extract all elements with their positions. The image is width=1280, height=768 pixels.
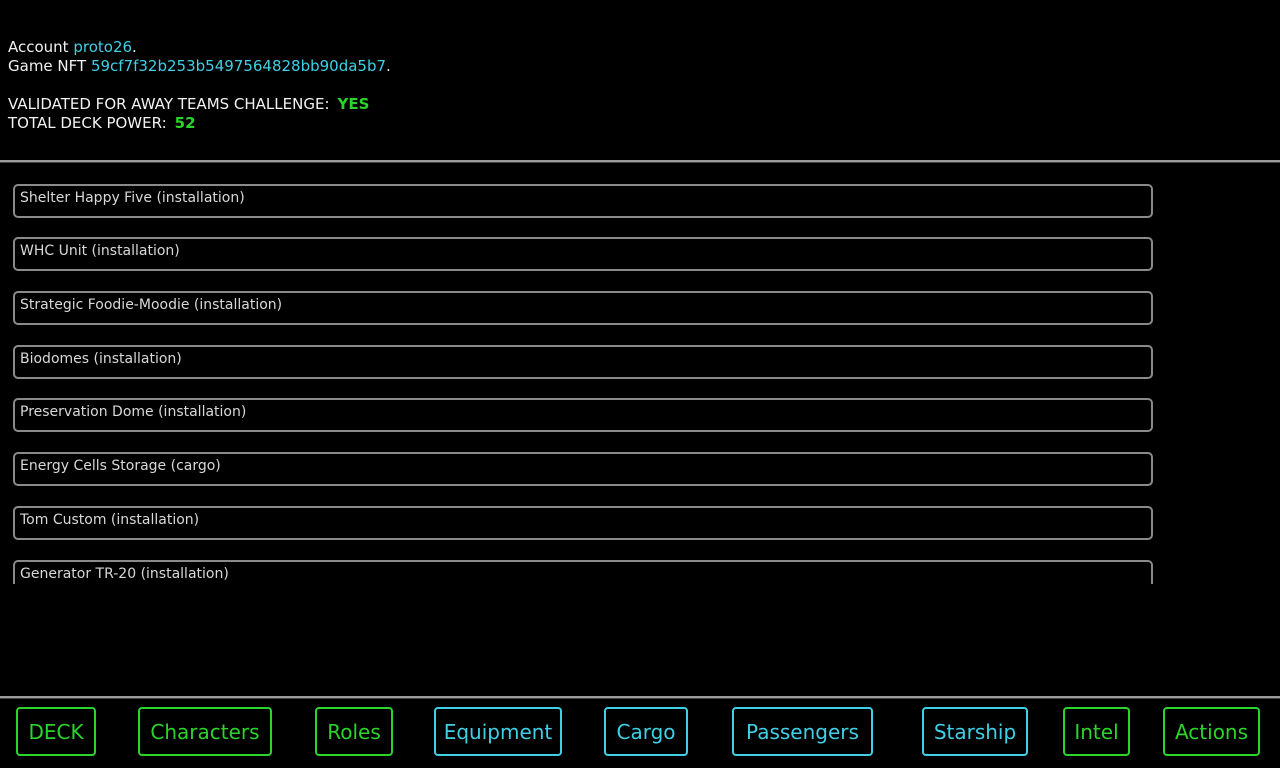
account-label: Account bbox=[8, 38, 69, 56]
account-info-panel: Account proto26. Game NFT 59cf7f32b253b5… bbox=[8, 38, 391, 133]
nav-button-starship[interactable]: Starship bbox=[922, 707, 1028, 756]
deck-power-line: TOTAL DECK POWER: 52 bbox=[8, 114, 391, 133]
nav-button-roles[interactable]: Roles bbox=[315, 707, 393, 756]
list-item[interactable]: WHC Unit (installation) bbox=[13, 237, 1153, 271]
validation-line: VALIDATED FOR AWAY TEAMS CHALLENGE: YES bbox=[8, 95, 391, 114]
nav-button-equipment[interactable]: Equipment bbox=[434, 707, 562, 756]
validation-status: YES bbox=[337, 95, 370, 113]
list-item[interactable]: Tom Custom (installation) bbox=[13, 506, 1153, 540]
deck-power-label: TOTAL DECK POWER: bbox=[8, 114, 167, 132]
list-item[interactable]: Generator TR-20 (installation) bbox=[13, 560, 1153, 584]
list-item[interactable]: Preservation Dome (installation) bbox=[13, 398, 1153, 432]
nav-button-actions[interactable]: Actions bbox=[1163, 707, 1260, 756]
account-name: proto26 bbox=[73, 38, 133, 56]
list-item[interactable]: Strategic Foodie-Moodie (installation) bbox=[13, 291, 1153, 325]
game-nft-period: . bbox=[386, 57, 391, 75]
list-item[interactable]: Energy Cells Storage (cargo) bbox=[13, 452, 1153, 486]
account-line: Account proto26. bbox=[8, 38, 391, 57]
validation-label: VALIDATED FOR AWAY TEAMS CHALLENGE: bbox=[8, 95, 330, 113]
nav-button-intel[interactable]: Intel bbox=[1063, 707, 1130, 756]
game-nft-id: 59cf7f32b253b5497564828bb90da5b7 bbox=[90, 57, 387, 75]
app-window: Account proto26. Game NFT 59cf7f32b253b5… bbox=[0, 0, 1280, 768]
account-period: . bbox=[132, 38, 137, 56]
list-item[interactable]: Shelter Happy Five (installation) bbox=[13, 184, 1153, 218]
deck-power-value: 52 bbox=[174, 114, 196, 132]
nav-button-deck[interactable]: DECK bbox=[16, 707, 96, 756]
game-nft-label: Game NFT bbox=[8, 57, 87, 75]
nav-button-characters[interactable]: Characters bbox=[138, 707, 272, 756]
nav-button-passengers[interactable]: Passengers bbox=[732, 707, 873, 756]
deck-item-list[interactable]: Shelter Happy Five (installation) WHC Un… bbox=[13, 184, 1153, 584]
nav-button-cargo[interactable]: Cargo bbox=[604, 707, 688, 756]
top-divider bbox=[0, 160, 1280, 163]
list-item[interactable]: Biodomes (installation) bbox=[13, 345, 1153, 379]
game-nft-line: Game NFT 59cf7f32b253b5497564828bb90da5b… bbox=[8, 57, 391, 76]
bottom-divider bbox=[0, 696, 1280, 699]
